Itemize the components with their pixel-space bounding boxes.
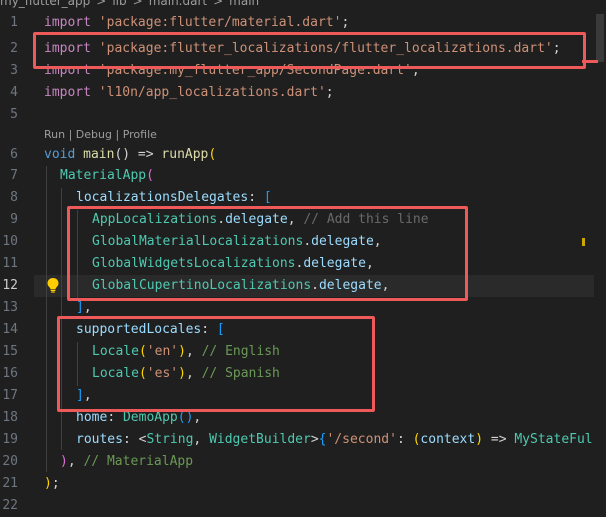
token-class: MaterialApp <box>60 168 147 183</box>
token-string: '/second' <box>326 432 397 447</box>
token-class: WidgetBuilder <box>209 432 311 447</box>
token-class: String <box>146 432 194 447</box>
selection-marker <box>582 60 598 63</box>
token-property: localizationsDelegates <box>76 190 249 205</box>
token-punct: => <box>483 432 515 447</box>
codelens-profile[interactable]: Profile <box>123 128 157 141</box>
vertical-scrollbar[interactable] <box>594 0 606 511</box>
token-punct: () => <box>114 147 162 162</box>
token-comment: // MaterialApp <box>83 454 194 469</box>
code-line-20[interactable]: ), // MaterialApp <box>60 451 193 473</box>
token-punct: : <box>396 432 413 447</box>
codelens[interactable]: Run | Debug | Profile <box>44 126 157 144</box>
code-line-21[interactable]: ); <box>44 473 60 495</box>
token-bracket: ) <box>60 454 68 469</box>
token-punct: ; <box>341 15 350 30</box>
token-punct: > <box>310 432 319 447</box>
token-bracket: ( <box>146 168 154 183</box>
token-bracket: ) <box>475 432 484 447</box>
code-line-1[interactable]: import 'package:flutter/material.dart'; <box>44 12 349 34</box>
token-keyword: import <box>44 15 91 30</box>
codelens-separator: | <box>111 128 123 141</box>
token-class: MyStateFul <box>514 432 593 447</box>
token-punct: ; <box>325 85 334 100</box>
token-punct: : <box>248 190 264 205</box>
code-line-19[interactable]: routes: <String, WidgetBuilder>{'/second… <box>76 429 593 451</box>
codelens-debug[interactable]: Debug <box>76 128 112 141</box>
token-class: DemoApp <box>122 410 178 425</box>
token-function: main <box>83 147 115 162</box>
token-punct: , <box>193 410 202 425</box>
token-string: 'l10n/app_localizations.dart' <box>98 85 326 100</box>
token-bracket: [ <box>263 190 272 205</box>
highlight-box-locales <box>57 316 375 412</box>
token-bracket: ] <box>76 300 84 315</box>
token-property: routes <box>76 432 123 447</box>
token-punct: , <box>83 300 92 315</box>
codelens-run[interactable]: Run <box>44 128 65 141</box>
token-punct: , <box>193 432 210 447</box>
token-string: 'package:flutter/material.dart' <box>98 15 342 30</box>
token-property: home <box>76 410 108 425</box>
highlight-box-import <box>33 32 586 69</box>
code-line-6[interactable]: void main() => runApp( <box>44 144 216 166</box>
codelens-separator: | <box>65 128 76 141</box>
token-keyword: import <box>44 85 91 100</box>
token-function: runApp <box>161 147 209 162</box>
code-line-4[interactable]: import 'l10n/app_localizations.dart'; <box>44 82 334 104</box>
token-punct: , <box>67 454 84 469</box>
scrollbar-thumb[interactable] <box>596 14 604 62</box>
token-bracket: ( <box>208 147 217 162</box>
token-bracket: ) <box>44 476 52 491</box>
warning-marker <box>582 238 585 246</box>
highlight-box-delegates <box>67 206 468 301</box>
token-punct: : <box>122 432 139 447</box>
lightbulb-icon[interactable] <box>46 277 60 293</box>
code-line-7[interactable]: MaterialApp( <box>60 165 154 187</box>
token-punct: ; <box>51 476 60 491</box>
token-param: context <box>420 432 476 447</box>
token-punct: : <box>107 410 123 425</box>
token-bracket: () <box>177 410 194 425</box>
token-keyword: void <box>44 147 76 162</box>
